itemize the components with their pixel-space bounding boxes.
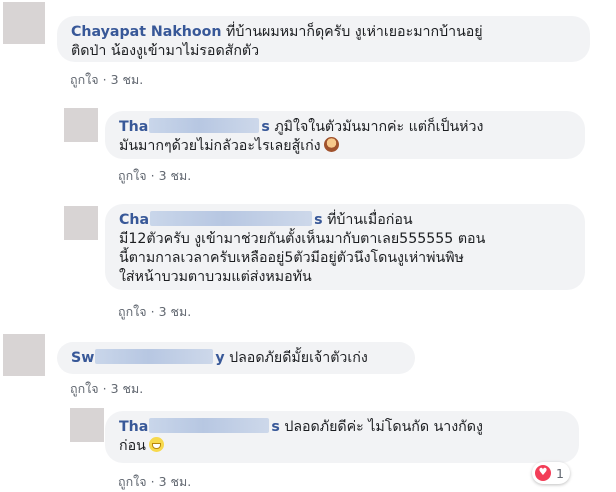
comment-text: ที่บ้านผมหมาก็ดุครับ งูเห่าเยอะมากบ้านอย…: [226, 24, 483, 40]
comment-bubble: Tha s ภูมิใจในตัวมันมากค่ะ แต่ก็เป็นห่วง …: [105, 111, 585, 159]
avatar[interactable]: [64, 108, 98, 142]
comment-text: ติดป่า น้องงูเข้ามาไม่รอดสักตัว: [71, 43, 260, 59]
comment-text: ภูมิใจในตัวมันมากค่ะ แต่ก็เป็นห่วง: [274, 119, 484, 135]
comment-text: นี้ตามกาลเวลาครับเหลืออยู่5ตัวมีอยู่ตัวน…: [119, 250, 464, 266]
comment-text: ที่บ้านเมื่อก่อน: [327, 212, 413, 228]
timestamp[interactable]: 3 ชม.: [159, 168, 192, 183]
separator: ·: [102, 72, 107, 87]
woman-facepalming-emoji-icon: [323, 137, 339, 152]
comment-bubble: Tha s ปลอดภัยดีค่ะ ไม่โดนกัด นางกัดงู ก่อ…: [105, 411, 579, 463]
avatar[interactable]: [64, 206, 98, 240]
like-link[interactable]: ถูกใจ: [70, 381, 99, 396]
commenter-name[interactable]: Tha s: [119, 418, 280, 435]
like-link[interactable]: ถูกใจ: [118, 474, 147, 489]
heart-icon: ♥: [535, 465, 551, 481]
commenter-name[interactable]: Sw y: [71, 349, 225, 366]
timestamp[interactable]: 3 ชม.: [111, 72, 144, 87]
separator: ·: [150, 474, 155, 489]
commenter-name[interactable]: Cha s: [119, 211, 323, 228]
comment-meta: ถูกใจ · 3 ชม.: [118, 472, 191, 492]
comment-bubble: Chayapat Nakhoon ที่บ้านผมหมาก็ดุครับ งู…: [57, 16, 590, 62]
comment-text: ใส่หน้าบวมตาบวมแต่ส่งหมอทัน: [119, 269, 312, 285]
comment-meta: ถูกใจ · 3 ชม.: [70, 379, 143, 399]
separator: ·: [150, 168, 155, 183]
commenter-name[interactable]: Chayapat Nakhoon: [71, 24, 222, 40]
comment-meta: ถูกใจ · 3 ชม.: [118, 166, 191, 186]
timestamp[interactable]: 3 ชม.: [159, 304, 192, 319]
like-link[interactable]: ถูกใจ: [118, 304, 147, 319]
redaction-blur: [95, 349, 214, 364]
comment-bubble: Cha s ที่บ้านเมื่อก่อน มี12ตัวครับ งูเข้า…: [105, 204, 585, 290]
reaction-count: 1: [556, 465, 564, 481]
separator: ·: [102, 381, 107, 396]
comment-meta: ถูกใจ · 3 ชม.: [118, 302, 191, 322]
grinning-emoji-icon: [148, 437, 164, 452]
avatar[interactable]: [3, 334, 45, 376]
redaction-blur: [149, 418, 270, 433]
separator: ·: [150, 304, 155, 319]
commenter-name[interactable]: Tha s: [119, 118, 270, 135]
timestamp[interactable]: 3 ชม.: [159, 474, 192, 489]
like-link[interactable]: ถูกใจ: [118, 168, 147, 183]
avatar[interactable]: [70, 408, 104, 442]
avatar[interactable]: [3, 2, 45, 44]
comment-text: ปลอดภัยดีมั้ยเจ้าตัวเก่ง: [229, 350, 368, 366]
like-link[interactable]: ถูกใจ: [70, 72, 99, 87]
comment-bubble: Sw y ปลอดภัยดีมั้ยเจ้าตัวเก่ง: [57, 342, 415, 374]
redaction-blur: [150, 211, 313, 226]
comment-text: ปลอดภัยดีค่ะ ไม่โดนกัด นางกัดงู: [284, 419, 483, 435]
comment-text: มี12ตัวครับ งูเข้ามาช่วยกันตั้งเห็นมากับ…: [119, 231, 486, 247]
comment-text: มันมากๆด้วยไม่กลัวอะไรเลยสู้เก่ง: [119, 138, 321, 154]
timestamp[interactable]: 3 ชม.: [111, 381, 144, 396]
comment-text: ก่อน: [119, 438, 146, 454]
redaction-blur: [149, 118, 260, 133]
reaction-badge[interactable]: ♥ 1: [532, 462, 570, 484]
comment-meta: ถูกใจ · 3 ชม.: [70, 70, 143, 90]
